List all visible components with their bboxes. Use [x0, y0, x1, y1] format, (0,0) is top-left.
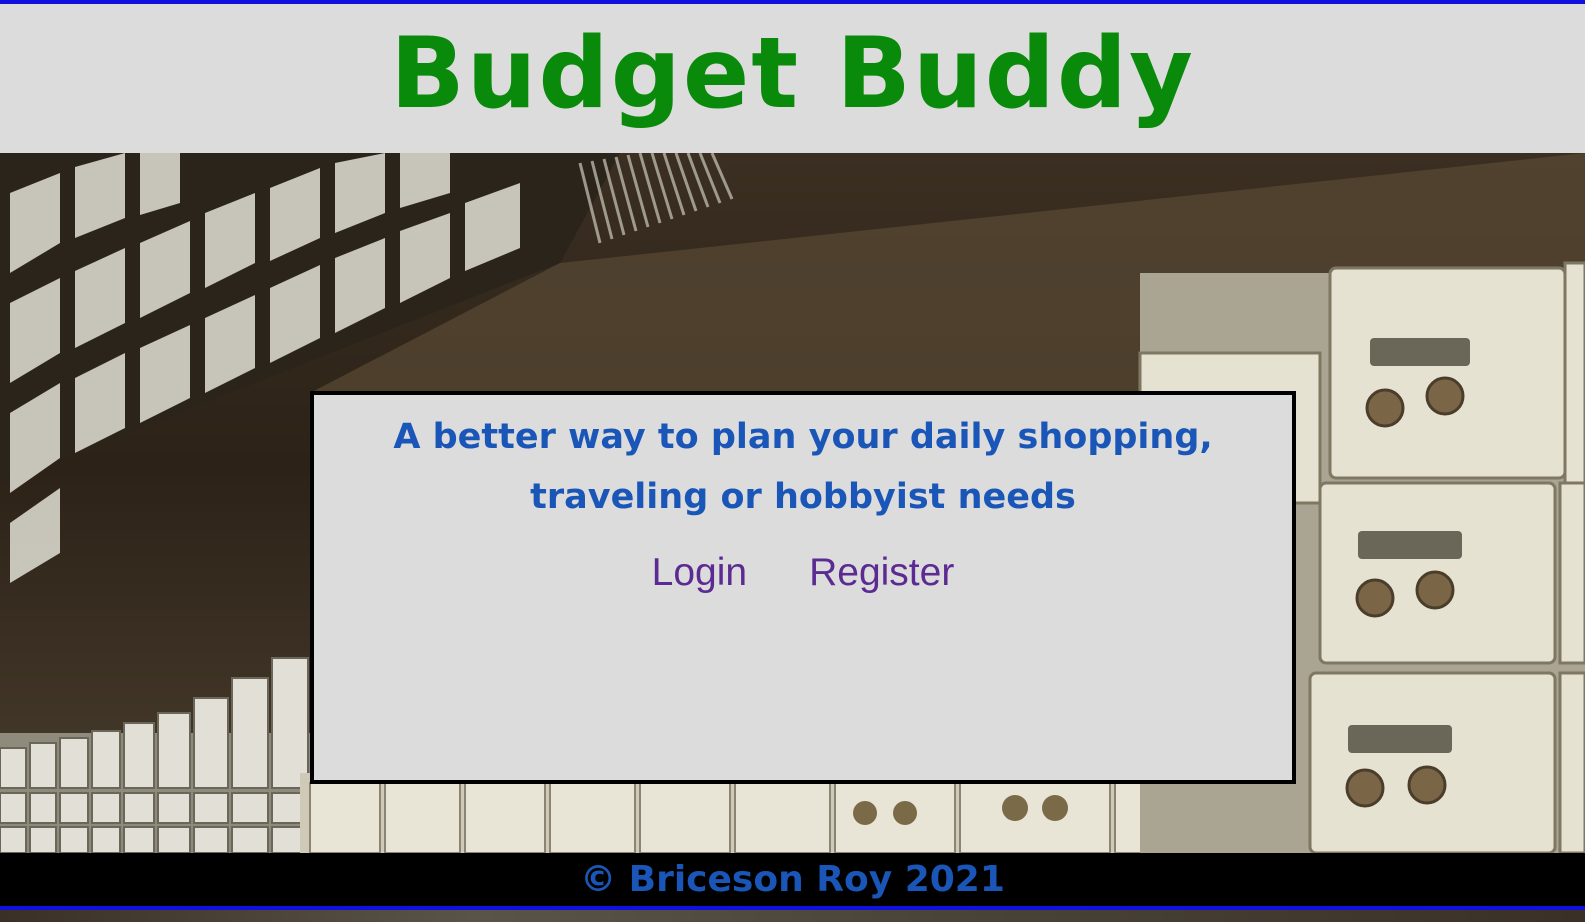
- register-link[interactable]: Register: [809, 551, 954, 595]
- login-link[interactable]: Login: [652, 551, 747, 595]
- tagline: A better way to plan your daily shopping…: [393, 417, 1213, 517]
- copyright-text: © Briceson Roy 2021: [580, 859, 1005, 900]
- site-footer: © Briceson Roy 2021: [0, 853, 1585, 906]
- bottom-border: [0, 906, 1585, 910]
- intro-card: A better way to plan your daily shopping…: [310, 391, 1296, 784]
- auth-links: Login Register: [314, 551, 1292, 595]
- site-title: Budget Buddy: [390, 16, 1195, 131]
- site-header: Budget Buddy: [0, 4, 1585, 153]
